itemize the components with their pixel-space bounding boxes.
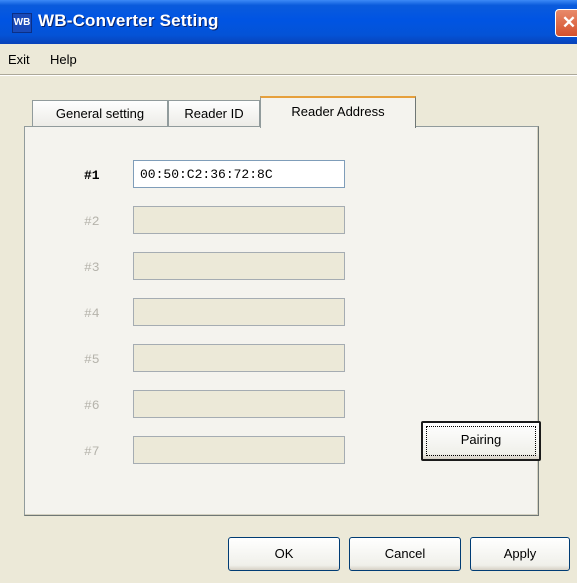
reader-label-3: #3 [84, 260, 100, 275]
menu-item-exit[interactable]: Exit [8, 52, 30, 67]
reader-label-5: #5 [84, 352, 100, 367]
ok-button-label: OK [274, 546, 294, 561]
tab-reader-id[interactable]: Reader ID [168, 100, 260, 127]
tab-label: Reader ID [184, 106, 244, 121]
cancel-button[interactable]: Cancel [349, 537, 461, 571]
reader-address-field-6 [133, 390, 345, 418]
reader-address-field-1[interactable] [133, 160, 345, 188]
reader-label-4: #4 [84, 306, 100, 321]
menu-item-label: Exit [8, 52, 30, 67]
window-title: WB-Converter Setting [38, 11, 219, 30]
reader-address-field-2 [133, 206, 345, 234]
reader-label-6: #6 [84, 398, 100, 413]
reader-label-7: #7 [84, 444, 100, 459]
menu-item-label: Help [50, 52, 77, 67]
close-icon: ✕ [561, 13, 577, 32]
title-bar[interactable]: WB WB-Converter Setting ✕ [0, 0, 577, 44]
apply-button-label: Apply [503, 546, 537, 561]
reader-label-1: #1 [84, 168, 100, 183]
close-button[interactable]: ✕ [555, 9, 577, 37]
tab-label: Reader Address [291, 104, 385, 119]
ok-button[interactable]: OK [228, 537, 340, 571]
focus-rect [426, 426, 536, 456]
pairing-button[interactable]: Pairing [421, 421, 541, 461]
reader-address-field-5 [133, 344, 345, 372]
reader-label-2: #2 [84, 214, 100, 229]
tab-label: General setting [55, 106, 145, 121]
tab-reader-address[interactable]: Reader Address [260, 96, 416, 128]
menu-bar: Exit Help [0, 44, 577, 74]
app-icon: WB [12, 13, 32, 33]
menu-divider [0, 74, 577, 76]
reader-address-field-3 [133, 252, 345, 280]
menu-item-help[interactable]: Help [50, 52, 77, 67]
apply-button[interactable]: Apply [470, 537, 570, 571]
reader-address-field-7 [133, 436, 345, 464]
reader-address-field-4 [133, 298, 345, 326]
tab-general-setting[interactable]: General setting [32, 100, 168, 127]
cancel-button-label: Cancel [384, 546, 426, 561]
